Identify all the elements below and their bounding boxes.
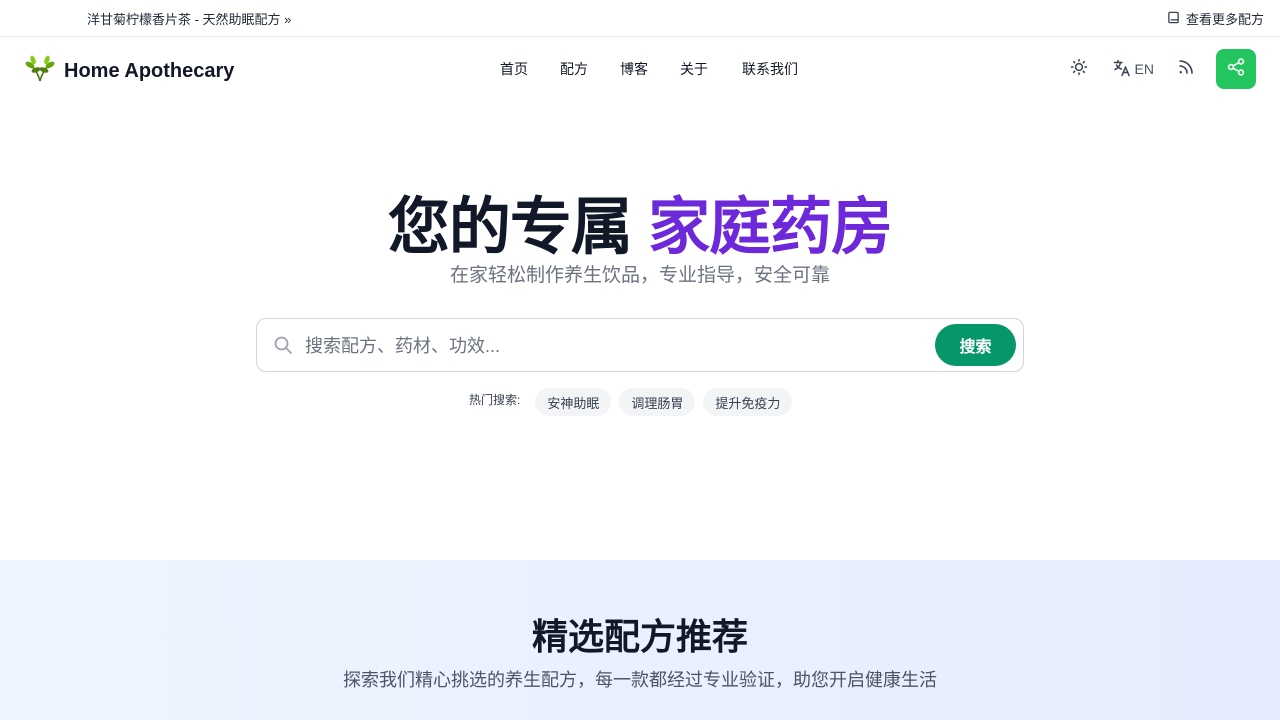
nav-contact[interactable]: 联系我们 (742, 59, 798, 79)
nav-recipes[interactable]: 配方 (560, 59, 588, 79)
search-box: 搜索 (256, 318, 1024, 372)
hot-tag-sleep[interactable]: 安神助眠 (535, 388, 612, 416)
featured-subtitle: 探索我们精心挑选的养生配方，每一款都经过专业验证，助您开启健康生活 (343, 670, 937, 690)
book-icon (1167, 11, 1180, 27)
hot-searches-label: 热门搜索: (469, 392, 521, 407)
nav-blog[interactable]: 博客 (620, 59, 648, 79)
featured-section: 精选配方推荐 探索我们精心挑选的养生配方，每一款都经过专业验证，助您开启健康生活 (0, 560, 1280, 720)
announcement-bar: 洋甘菊柠檬香片茶 - 天然助眠配方 » 查看更多配方 (0, 0, 1280, 37)
nav-about[interactable]: 关于 (680, 59, 708, 79)
hot-searches: 热门搜索: 安神助眠 调理肠胃 提升免疫力 (469, 388, 800, 416)
translate-icon (1113, 59, 1131, 80)
main-nav: 首页 配方 博客 关于 联系我们 (500, 59, 798, 79)
hot-tag-immunity[interactable]: 提升免疫力 (703, 388, 793, 416)
hero-title-accent: 家庭药房 (648, 193, 893, 262)
sun-icon (1070, 58, 1088, 81)
share-button[interactable] (1216, 49, 1256, 89)
view-more-label: 查看更多配方 (1185, 12, 1264, 27)
language-switcher[interactable]: EN (1113, 59, 1154, 80)
announcement-link[interactable]: 洋甘菊柠檬香片茶 - 天然助眠配方 » (87, 9, 291, 28)
hero-subtitle: 在家轻松制作养生饮品，专业指导，安全可靠 (449, 265, 830, 286)
brand-name: Home Apothecary (64, 60, 235, 82)
brand-logo-link[interactable]: Home Apothecary (24, 55, 234, 88)
hot-tag-digestion[interactable]: 调理肠胃 (619, 388, 696, 416)
search-button[interactable]: 搜索 (935, 324, 1016, 366)
site-header: Home Apothecary 首页 配方 博客 关于 联系我们 EN (0, 37, 1280, 101)
hero-title: 您的专属 家庭药房 (0, 176, 1280, 266)
search-input[interactable] (305, 331, 925, 361)
search-icon (273, 335, 293, 360)
share-icon (1226, 57, 1246, 82)
language-label: EN (1134, 61, 1154, 77)
view-more-recipes-link[interactable]: 查看更多配方 (1167, 9, 1264, 28)
header-actions: EN (1067, 49, 1256, 89)
featured-title: 精选配方推荐 (531, 616, 748, 657)
rss-feed-button[interactable] (1174, 57, 1198, 81)
herb-leaf-icon (24, 55, 56, 88)
hero-title-main: 您的专属 (387, 193, 649, 262)
theme-toggle-button[interactable] (1067, 57, 1091, 81)
nav-home[interactable]: 首页 (500, 59, 528, 79)
rss-icon (1177, 58, 1195, 81)
